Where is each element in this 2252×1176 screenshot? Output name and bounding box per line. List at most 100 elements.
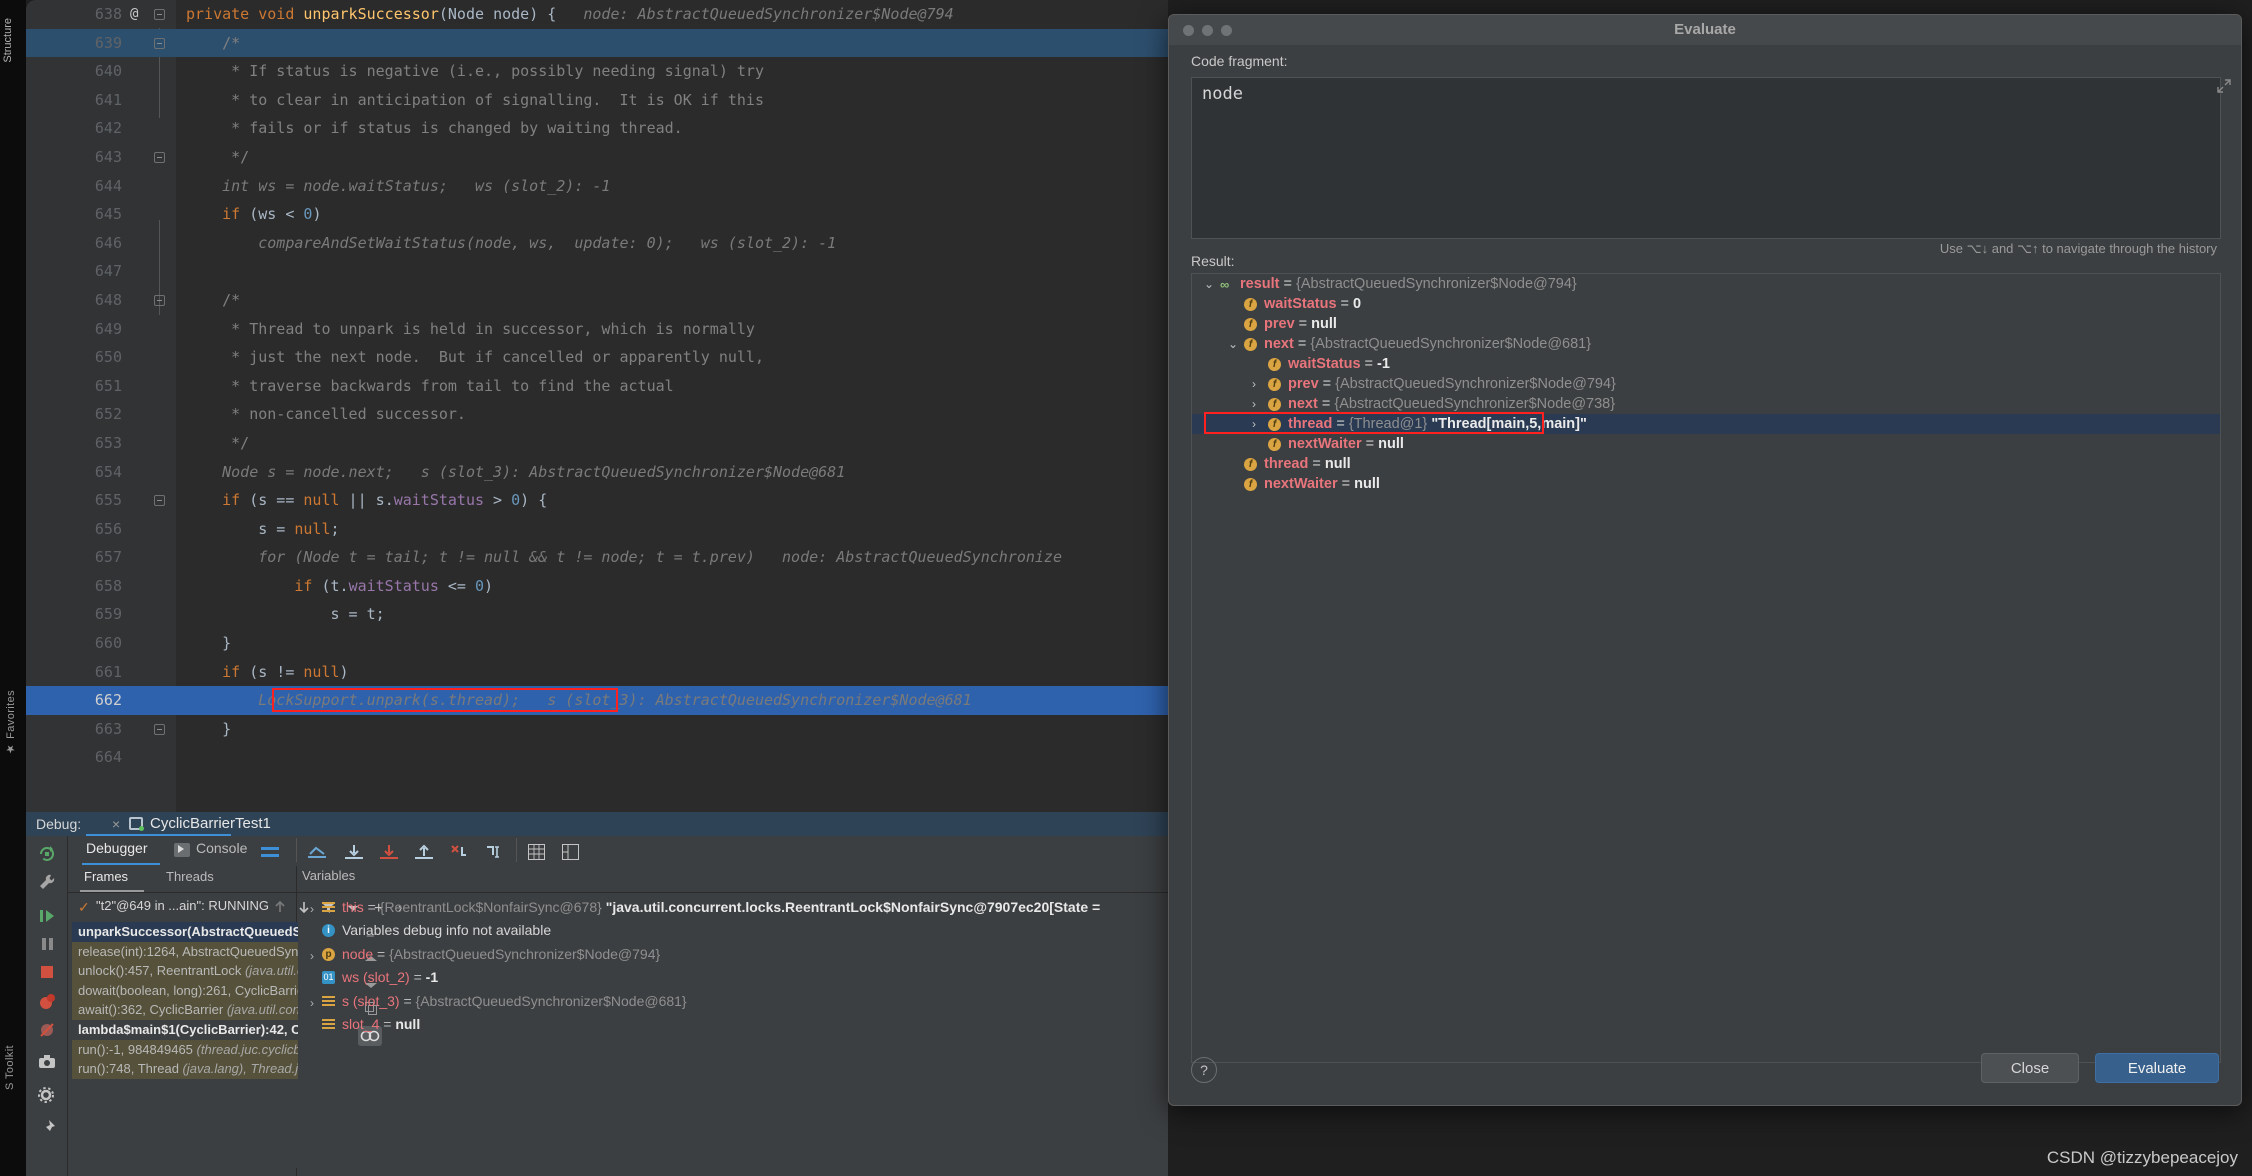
expand-arrow-icon[interactable]: › <box>310 945 314 968</box>
code-line[interactable]: 657 for (Node t = tail; t != null && t !… <box>26 543 1168 572</box>
close-button[interactable]: Close <box>1981 1053 2079 1083</box>
result-tree-row[interactable]: ⌄ f next = {AbstractQueuedSynchronizer$Nod… <box>1192 334 2220 354</box>
close-icon[interactable]: × <box>112 816 120 832</box>
code-line[interactable]: 649 * Thread to unpark is held in succes… <box>26 315 1168 344</box>
resume-program-icon[interactable] <box>37 906 57 926</box>
code-line[interactable]: 659 s = t; <box>26 600 1168 629</box>
frame-row[interactable]: await():362, CyclicBarrier (java.util.co… <box>72 1000 298 1020</box>
frame-row[interactable]: run():748, Thread (java.lang), Thread.ja… <box>72 1059 298 1079</box>
fold-toggle-icon[interactable] <box>154 9 165 20</box>
code-line[interactable]: 655 if (s == null || s.waitStatus > 0) { <box>26 486 1168 515</box>
expand-arrow-icon[interactable]: › <box>1252 374 1256 394</box>
settings-wrench-icon[interactable] <box>37 872 57 892</box>
code-line[interactable]: 660 } <box>26 629 1168 658</box>
variables-list[interactable]: › this = {ReentrantLock$NonfairSync@678} … <box>308 896 1164 1170</box>
code-line[interactable]: 641 * to clear in anticipation of signal… <box>26 86 1168 115</box>
code-line[interactable]: 647 <box>26 257 1168 286</box>
code-fragment-input[interactable]: node <box>1191 77 2221 239</box>
result-tree-row[interactable]: f nextWaiter = null <box>1192 434 2220 454</box>
code-line[interactable]: 645 if (ws < 0) <box>26 200 1168 229</box>
code-line[interactable]: 651 * traverse backwards from tail to fi… <box>26 372 1168 401</box>
code-line[interactable]: 650 * just the next node. But if cancell… <box>26 343 1168 372</box>
code-line[interactable]: 662 LockSupport.unpark(s.thread); s (slo… <box>26 686 1168 715</box>
tab-console[interactable]: Console <box>196 840 247 856</box>
mute-breakpoints-icon[interactable] <box>37 1020 57 1040</box>
frame-row[interactable]: run():-1, 984849465 (thread.juc.cyclicba… <box>72 1039 298 1060</box>
code-line[interactable]: 639 /* <box>26 28 1168 58</box>
code-line[interactable]: 658 if (t.waitStatus <= 0) <box>26 572 1168 601</box>
expand-arrow-icon[interactable]: › <box>310 898 314 921</box>
editor-lines[interactable]: 638 @ private void unparkSuccessor(Node no… <box>26 0 1168 812</box>
toolkit-rail-label[interactable]: S Toolkit <box>4 1045 16 1090</box>
result-tree-row[interactable]: › f prev = {AbstractQueuedSynchronizer$Nod… <box>1192 374 2220 394</box>
tab-debugger[interactable]: Debugger <box>86 840 148 856</box>
code-line[interactable]: 656 s = null; <box>26 515 1168 544</box>
step-out-icon[interactable] <box>415 844 433 865</box>
layout-lines-icon[interactable] <box>261 845 279 864</box>
variable-row[interactable]: 01 ws (slot_2) = -1 <box>308 966 1164 989</box>
result-tree-row[interactable]: f thread = null <box>1192 454 2220 474</box>
expand-editor-icon[interactable] <box>2217 79 2231 96</box>
result-tree-row[interactable]: f nextWaiter = null <box>1192 474 2220 494</box>
gear-icon[interactable] <box>37 1086 57 1106</box>
evaluate-expression-icon[interactable] <box>528 844 545 865</box>
run-config-name[interactable]: CyclicBarrierTest1 <box>150 815 271 832</box>
code-line[interactable]: 638 @ private void unparkSuccessor(Node no… <box>26 0 1168 29</box>
frame-row[interactable]: unlock():457, ReentrantLock (java.util.c… <box>72 961 298 981</box>
step-into-icon[interactable] <box>380 844 398 865</box>
code-line[interactable]: 648 /* <box>26 286 1168 315</box>
result-tree-row[interactable]: f prev = null <box>1192 314 2220 334</box>
code-line[interactable]: 653 */ <box>26 429 1168 458</box>
result-tree-row[interactable]: › f next = {AbstractQueuedSynchronizer$Nod… <box>1192 394 2220 414</box>
fold-toggle-icon[interactable] <box>154 151 165 163</box>
code-line[interactable]: 664 <box>26 743 1168 772</box>
code-line[interactable]: 640 * If status is negative (i.e., possi… <box>26 57 1168 86</box>
frame-row[interactable]: unparkSuccessor(AbstractQueuedSynchroniz… <box>72 922 298 942</box>
help-button[interactable]: ? <box>1191 1057 1217 1083</box>
rerun-icon[interactable] <box>37 844 57 864</box>
code-line[interactable]: 644 int ws = node.waitStatus; ws (slot_2… <box>26 172 1168 201</box>
variable-row[interactable]: › p node = {AbstractQueuedSynchronizer$Nod… <box>308 943 1164 966</box>
expand-arrow-icon[interactable]: › <box>310 992 314 1015</box>
expand-arrow-icon[interactable]: › <box>1252 394 1256 414</box>
structure-rail-label[interactable]: Structure <box>2 18 14 63</box>
code-line[interactable]: 661 if (s != null) <box>26 658 1168 687</box>
code-line[interactable]: 654 Node s = node.next; s (slot_3): Abst… <box>26 458 1168 487</box>
result-tree-row[interactable]: f waitStatus = -1 <box>1192 354 2220 374</box>
frame-row[interactable]: lambda$main$1(CyclicBarrier):42, CyclicB… <box>72 1019 298 1040</box>
code-line[interactable]: 663 } <box>26 715 1168 744</box>
variable-row[interactable]: i Variables debug info not available <box>308 919 1164 942</box>
tab-frames[interactable]: Frames <box>84 869 128 884</box>
fold-toggle-icon[interactable] <box>154 294 165 306</box>
variable-row[interactable]: › s (slot_3) = {AbstractQueuedSynchronize… <box>308 990 1164 1013</box>
code-line[interactable]: 652 * non-cancelled successor. <box>26 400 1168 429</box>
fold-toggle-icon[interactable] <box>154 495 165 507</box>
annotation-gutter-icon[interactable]: @ <box>130 0 138 29</box>
result-tree-row[interactable]: f waitStatus = 0 <box>1192 294 2220 314</box>
code-line[interactable]: 643 */ <box>26 143 1168 172</box>
pause-program-icon[interactable] <box>37 934 57 954</box>
frame-row[interactable]: dowait(boolean, long):261, CyclicBarrier… <box>72 980 298 1001</box>
fold-toggle-icon[interactable] <box>154 723 165 735</box>
pin-icon[interactable] <box>37 1118 57 1138</box>
result-tree-row[interactable]: ⌄ ∞ result = {AbstractQueuedSynchronizer$N… <box>1192 274 2220 294</box>
thread-selector[interactable]: ✓ "t2"@649 in ...ain": RUNNING <box>72 896 296 918</box>
evaluate-button[interactable]: Evaluate <box>2095 1053 2219 1083</box>
favorites-rail-label[interactable]: ★ Favorites <box>4 690 17 756</box>
camera-icon[interactable] <box>37 1052 57 1072</box>
code-line[interactable]: 646 compareAndSetWaitStatus(node, ws, up… <box>26 229 1168 258</box>
fold-toggle-icon[interactable] <box>154 37 165 49</box>
frames-list[interactable]: unparkSuccessor(AbstractQueuedSynchroniz… <box>72 922 298 1168</box>
show-execution-point-icon[interactable] <box>308 845 326 864</box>
code-line[interactable]: 642 * fails or if status is changed by w… <box>26 114 1168 143</box>
view-breakpoints-icon[interactable] <box>37 992 57 1012</box>
force-step-into-icon[interactable] <box>450 844 468 865</box>
tab-threads[interactable]: Threads <box>166 869 214 884</box>
expand-arrow-icon[interactable]: ⌄ <box>1228 334 1238 354</box>
variable-row[interactable]: slot_4 = null <box>308 1013 1164 1036</box>
frame-row[interactable]: release(int):1264, AbstractQueuedSynchro… <box>72 941 298 962</box>
layout-settings-icon[interactable] <box>562 844 579 865</box>
variable-row[interactable]: › this = {ReentrantLock$NonfairSync@678} … <box>308 896 1164 919</box>
run-to-cursor-icon[interactable] <box>485 844 503 865</box>
step-over-icon[interactable] <box>345 844 363 865</box>
